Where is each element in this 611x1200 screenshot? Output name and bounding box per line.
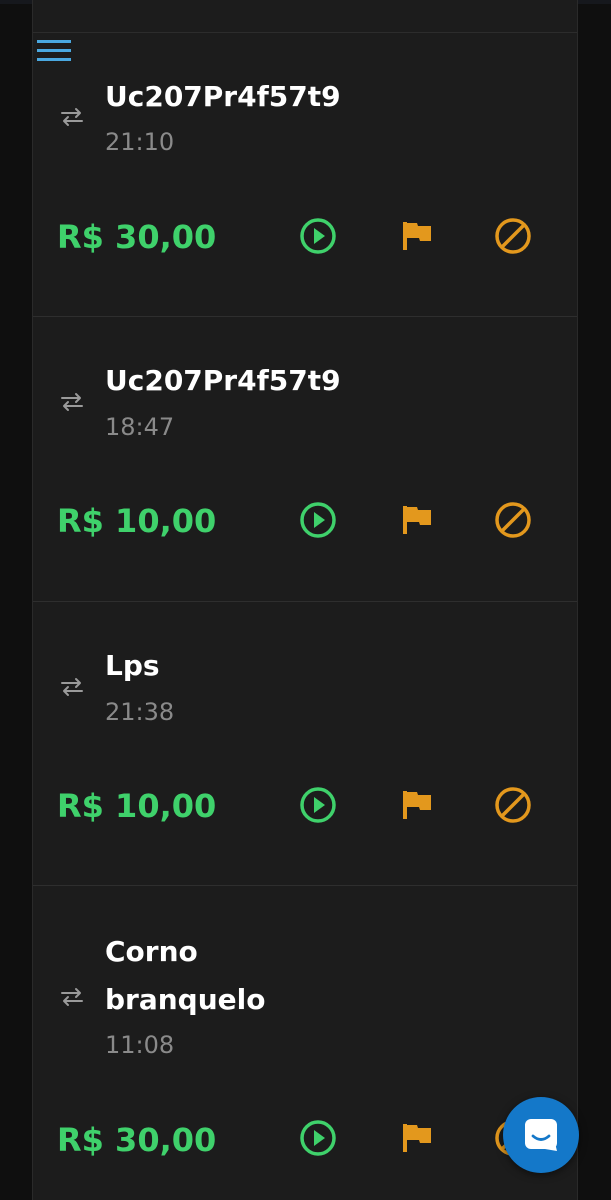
transaction-card: Lps 21:38 R$ 10,00 (33, 602, 577, 886)
transaction-amount: R$ 30,00 (57, 218, 217, 256)
transaction-time: 21:38 (105, 698, 175, 726)
transaction-name: Uc207Pr4f57t9 (105, 80, 341, 113)
flag-icon[interactable] (397, 785, 437, 825)
transaction-card: Uc207Pr4f57t9 18:47 R$ 10,00 (33, 317, 577, 602)
swap-arrows-icon (59, 986, 85, 1008)
transaction-name-line-2: branquelo (105, 983, 266, 1016)
transaction-amount: R$ 10,00 (57, 787, 217, 825)
play-circle-icon[interactable] (298, 785, 338, 825)
transaction-time: 21:10 (105, 128, 175, 156)
transaction-name: Lps (105, 649, 160, 682)
transaction-amount: R$ 30,00 (57, 1121, 217, 1159)
transaction-amount: R$ 10,00 (57, 502, 217, 540)
block-icon[interactable] (493, 500, 533, 540)
flag-icon[interactable] (397, 216, 437, 256)
block-icon[interactable] (493, 216, 533, 256)
swap-arrows-icon (59, 391, 85, 413)
chat-icon (525, 1119, 557, 1151)
swap-arrows-icon (59, 106, 85, 128)
block-icon[interactable] (493, 785, 533, 825)
flag-icon[interactable] (397, 1118, 437, 1158)
play-circle-icon[interactable] (298, 500, 338, 540)
flag-icon[interactable] (397, 500, 437, 540)
transaction-time: 18:47 (105, 413, 175, 441)
transaction-time: 11:08 (105, 1031, 175, 1059)
swap-arrows-icon (59, 676, 85, 698)
transaction-name: Uc207Pr4f57t9 (105, 364, 341, 397)
transaction-name-line-1: Corno (105, 935, 198, 968)
play-circle-icon[interactable] (298, 216, 338, 256)
play-circle-icon[interactable] (298, 1118, 338, 1158)
transaction-card: Uc207Pr4f57t9 21:10 R$ 30,00 (33, 33, 577, 317)
chat-button[interactable] (503, 1097, 579, 1173)
transaction-card: Corno branquelo 11:08 R$ 30,00 (33, 886, 577, 1200)
